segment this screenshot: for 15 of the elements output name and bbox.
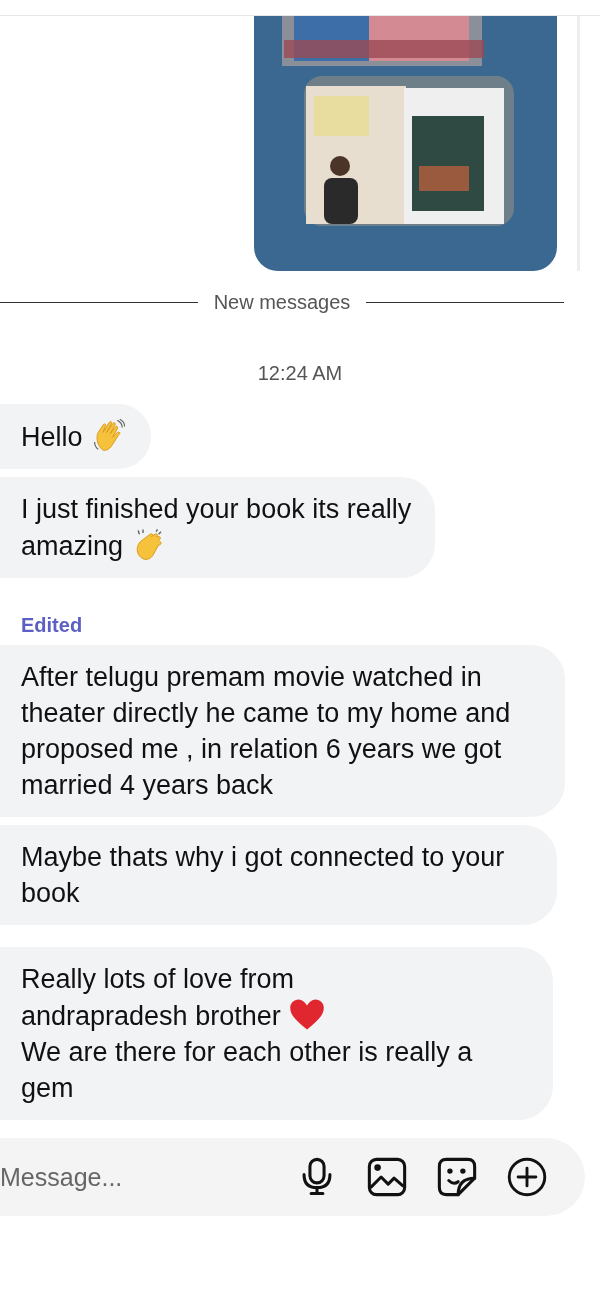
edited-label: Edited: [20, 614, 83, 637]
message-input[interactable]: Message...: [0, 1162, 267, 1192]
message-text: Really lots of love from: [21, 964, 295, 994]
message-text: After telugu premam movie watched in theater directly he came to my home and proposed me , in relation 6 years we got married 4 years back: [21, 662, 512, 800]
message-text: andrapradesh brother: [21, 1001, 281, 1031]
message-text: Maybe thats why i got connected to your book: [21, 842, 506, 908]
message-text: I just finished your book its really: [21, 494, 412, 524]
timestamp: 12:24 AM: [256, 362, 344, 384]
message-text: We are there for each other is really a gem: [21, 1037, 474, 1103]
sticker-icon[interactable]: [437, 1157, 477, 1197]
add-icon[interactable]: [507, 1157, 547, 1197]
message-text: Hello: [21, 422, 83, 452]
message-text: amazing: [21, 531, 124, 561]
new-messages-label: New messages: [213, 291, 351, 314]
image-icon[interactable]: [367, 1157, 407, 1197]
